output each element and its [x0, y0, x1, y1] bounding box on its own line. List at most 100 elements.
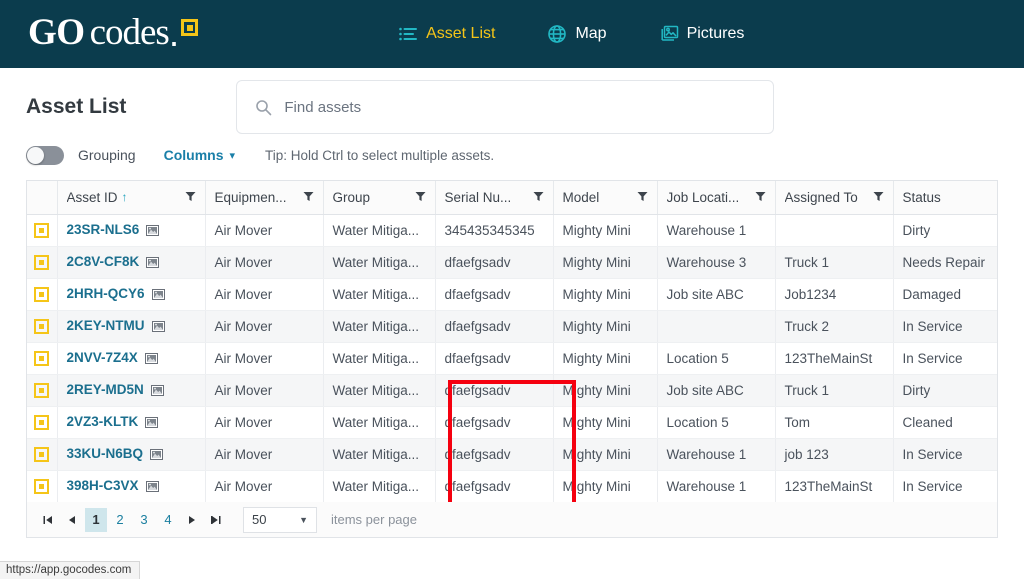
- cell-status: Dirty: [893, 374, 997, 407]
- search-input[interactable]: [284, 98, 756, 116]
- cell-asset-id[interactable]: 23SR-NLS6: [57, 214, 206, 247]
- pagination-page-4[interactable]: 4: [157, 508, 179, 532]
- asset-id-link[interactable]: 2NVV-7Z4X: [67, 350, 138, 365]
- asset-id-link[interactable]: 2C8V-CF8K: [67, 254, 140, 269]
- col-header-equipment[interactable]: Equipmen...: [205, 181, 324, 215]
- col-label-group: Group: [332, 189, 371, 205]
- photo-icon[interactable]: [144, 352, 158, 367]
- col-header-assigned-to[interactable]: Assigned To: [775, 181, 894, 215]
- filter-icon-equipment[interactable]: [303, 190, 314, 205]
- table-row[interactable]: 2KEY-NTMU Air Mover Water Mitiga... dfaefgs…: [27, 310, 997, 343]
- photo-icon[interactable]: [150, 448, 164, 463]
- cell-asset-id[interactable]: 2VZ3-KLTK: [57, 406, 206, 439]
- filter-icon-status[interactable]: [997, 190, 998, 205]
- asset-id-link[interactable]: 23SR-NLS6: [67, 222, 140, 237]
- photo-icon[interactable]: [145, 416, 159, 431]
- row-tag-icon-cell[interactable]: [27, 310, 58, 343]
- grouping-toggle[interactable]: [26, 145, 64, 165]
- gocodes-logo[interactable]: GO codes .: [28, 13, 199, 55]
- columns-button[interactable]: Columns ▾: [164, 147, 235, 163]
- table-row[interactable]: 398H-C3VX Air Mover Water Mitiga... dfaefgs…: [27, 470, 997, 502]
- col-header-status[interactable]: Status: [893, 181, 998, 215]
- col-header-group[interactable]: Group: [323, 181, 436, 215]
- pagination-page-3[interactable]: 3: [133, 508, 155, 532]
- row-tag-icon-cell[interactable]: [27, 470, 58, 502]
- tag-icon[interactable]: [34, 222, 50, 238]
- col-header-model[interactable]: Model: [553, 181, 658, 215]
- pagination-last-button[interactable]: [205, 508, 227, 532]
- cell-asset-id[interactable]: 2KEY-NTMU: [57, 310, 206, 343]
- cell-asset-id[interactable]: 398H-C3VX: [57, 470, 206, 502]
- photo-icon[interactable]: [145, 480, 159, 495]
- asset-id-link[interactable]: 2HRH-QCY6: [67, 286, 145, 301]
- toolbar-tip: Tip: Hold Ctrl to select multiple assets…: [265, 147, 495, 163]
- pagination-first-button[interactable]: [37, 508, 59, 532]
- cell-asset-id[interactable]: 33KU-N6BQ: [57, 438, 206, 471]
- search-box[interactable]: [236, 80, 775, 134]
- pagination-page-2[interactable]: 2: [109, 508, 131, 532]
- page-size-select[interactable]: 50 ▼: [243, 506, 317, 533]
- cell-assigned-to: Job1234: [775, 278, 894, 311]
- tag-icon[interactable]: [34, 286, 50, 302]
- row-tag-icon-cell[interactable]: [27, 374, 58, 407]
- cell-job-location: Warehouse 3: [657, 246, 776, 279]
- cell-status: In Service: [893, 342, 997, 375]
- table-row[interactable]: 2HRH-QCY6 Air Mover Water Mitiga... dfaefgs…: [27, 278, 997, 311]
- pagination-page-1[interactable]: 1: [85, 507, 107, 532]
- filter-icon-serial-number[interactable]: [533, 190, 544, 205]
- pagination-prev-button[interactable]: [61, 508, 83, 532]
- nav-item-pictures[interactable]: Pictures: [659, 24, 744, 44]
- pictures-icon: [659, 24, 679, 44]
- photo-icon[interactable]: [146, 224, 160, 239]
- row-tag-icon-cell[interactable]: [27, 214, 58, 247]
- row-tag-icon-cell[interactable]: [27, 406, 58, 439]
- tag-icon[interactable]: [34, 350, 50, 366]
- nav-item-map[interactable]: Map: [547, 24, 607, 44]
- photo-icon[interactable]: [146, 256, 160, 271]
- cell-asset-id[interactable]: 2NVV-7Z4X: [57, 342, 206, 375]
- asset-id-link[interactable]: 2REY-MD5N: [67, 382, 144, 397]
- asset-id-link[interactable]: 2VZ3-KLTK: [67, 414, 139, 429]
- sort-asc-icon[interactable]: ↑: [122, 190, 128, 204]
- pagination-next-button[interactable]: [181, 508, 203, 532]
- tag-icon[interactable]: [34, 382, 50, 398]
- cell-equipment: Air Mover: [205, 246, 324, 279]
- asset-id-link[interactable]: 33KU-N6BQ: [67, 446, 144, 461]
- page-header-row: Asset List: [26, 68, 998, 138]
- filter-icon-asset-id[interactable]: [185, 190, 196, 205]
- cell-asset-id[interactable]: 2REY-MD5N: [57, 374, 206, 407]
- tag-icon[interactable]: [34, 414, 50, 430]
- asset-table-container[interactable]: Asset ID ↑ Equipmen... Group Serial Nu..…: [26, 180, 998, 502]
- table-row[interactable]: 2C8V-CF8K Air Mover Water Mitiga... dfaefgs…: [27, 246, 997, 279]
- filter-icon-model[interactable]: [637, 190, 648, 205]
- cell-asset-id[interactable]: 2HRH-QCY6: [57, 278, 206, 311]
- col-header-asset-id[interactable]: Asset ID ↑: [57, 181, 206, 215]
- tag-icon[interactable]: [34, 318, 50, 334]
- photo-icon[interactable]: [150, 384, 164, 399]
- table-row[interactable]: 33KU-N6BQ Air Mover Water Mitiga... dfaefgs…: [27, 438, 997, 471]
- col-label-job-location: Job Locati...: [666, 189, 740, 205]
- row-tag-icon-cell[interactable]: [27, 278, 58, 311]
- nav-item-asset-list[interactable]: Asset List: [398, 24, 495, 44]
- row-tag-icon-cell[interactable]: [27, 342, 58, 375]
- row-tag-icon-cell[interactable]: [27, 438, 58, 471]
- tag-icon[interactable]: [34, 254, 50, 270]
- cell-group: Water Mitiga...: [323, 342, 436, 375]
- photo-icon[interactable]: [151, 320, 165, 335]
- filter-icon-assigned-to[interactable]: [873, 190, 884, 205]
- table-row[interactable]: 23SR-NLS6 Air Mover Water Mitiga... 3454353…: [27, 214, 997, 247]
- tag-icon[interactable]: [34, 478, 50, 494]
- col-header-job-location[interactable]: Job Locati...: [657, 181, 776, 215]
- cell-asset-id[interactable]: 2C8V-CF8K: [57, 246, 206, 279]
- filter-icon-group[interactable]: [415, 190, 426, 205]
- table-row[interactable]: 2VZ3-KLTK Air Mover Water Mitiga... dfaefgs…: [27, 406, 997, 439]
- asset-id-link[interactable]: 398H-C3VX: [67, 478, 139, 493]
- col-header-serial-number[interactable]: Serial Nu...: [435, 181, 554, 215]
- asset-id-link[interactable]: 2KEY-NTMU: [67, 318, 145, 333]
- table-row[interactable]: 2REY-MD5N Air Mover Water Mitiga... dfaefgs…: [27, 374, 997, 407]
- tag-icon[interactable]: [34, 446, 50, 462]
- photo-icon[interactable]: [151, 288, 165, 303]
- table-row[interactable]: 2NVV-7Z4X Air Mover Water Mitiga... dfaefgs…: [27, 342, 997, 375]
- row-tag-icon-cell[interactable]: [27, 246, 58, 279]
- filter-icon-job-location[interactable]: [755, 190, 766, 205]
